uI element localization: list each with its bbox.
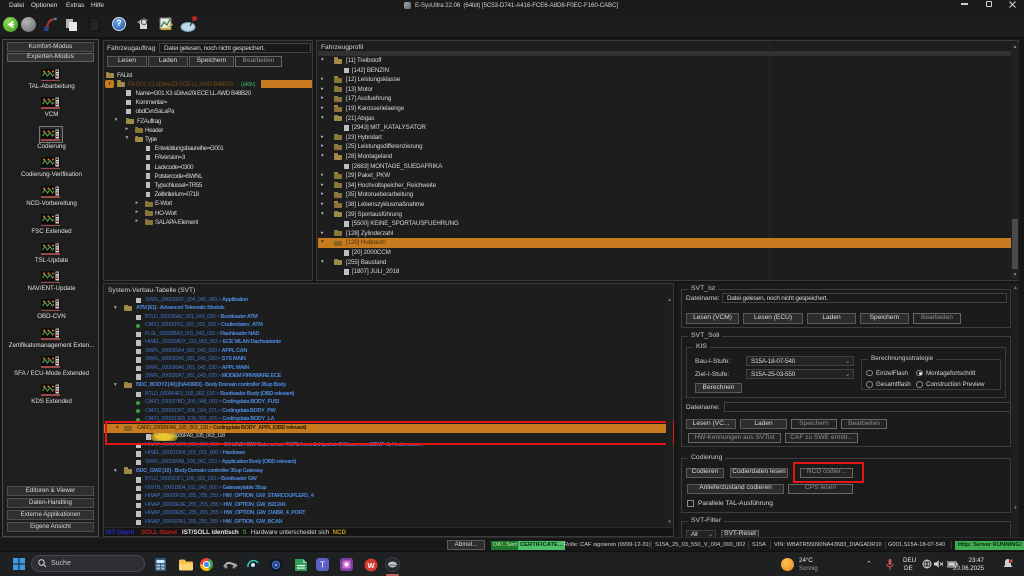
svg-text:T: T (320, 561, 325, 570)
svg-text:W: W (367, 561, 375, 570)
